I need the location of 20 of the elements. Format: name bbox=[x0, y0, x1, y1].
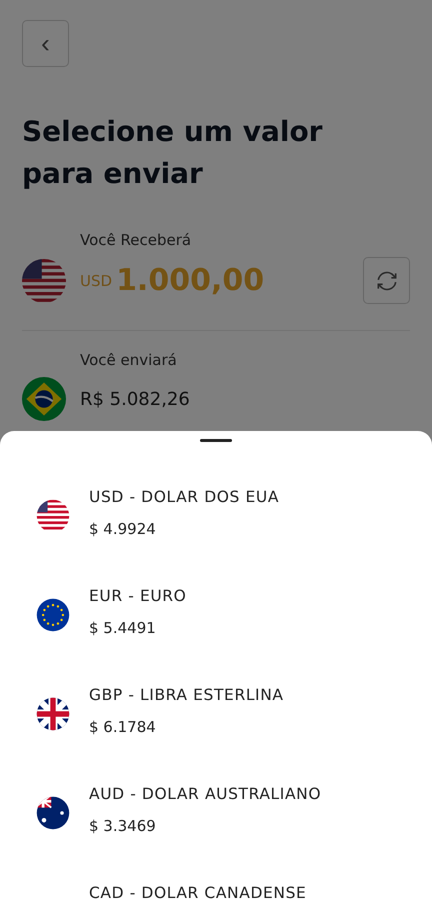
us-flag-icon bbox=[22, 258, 66, 302]
back-button[interactable]: ‹ bbox=[22, 20, 69, 67]
exchange-rate: $ 3.3469 bbox=[89, 817, 157, 835]
currency-name: USD - DOLAR DOS EUA bbox=[89, 488, 280, 506]
brazil-flag-icon bbox=[22, 377, 66, 421]
currency-code: USD bbox=[80, 272, 112, 290]
receive-label: Você Receberá bbox=[80, 231, 192, 249]
swap-button[interactable] bbox=[363, 257, 410, 304]
currency-name: GBP - LIBRA ESTERLINA bbox=[89, 686, 284, 704]
send-label: Você enviará bbox=[80, 351, 178, 369]
exchange-rate: $ 6.1784 bbox=[89, 718, 157, 736]
exchange-rate: $ 4.9924 bbox=[89, 520, 157, 538]
send-amount: R$ 5.082,26 bbox=[80, 388, 190, 410]
receive-amount: 1.000,00 bbox=[116, 263, 264, 298]
currency-name: EUR - EURO bbox=[89, 587, 186, 605]
exchange-rate: $ 5.4491 bbox=[89, 619, 157, 637]
drag-handle[interactable] bbox=[200, 439, 232, 442]
currency-name: CAD - DOLAR CANADENSE bbox=[89, 884, 306, 900]
currency-name: AUD - DOLAR AUSTRALIANO bbox=[89, 785, 322, 803]
page-title: Selecione um valor para enviar bbox=[22, 114, 324, 192]
